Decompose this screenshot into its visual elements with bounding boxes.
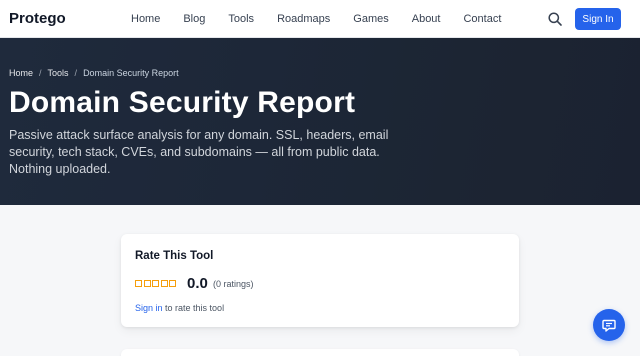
rating-score: 0.0	[187, 275, 208, 292]
brand-logo[interactable]: Protego	[9, 10, 66, 27]
breadcrumb-separator: /	[74, 68, 78, 78]
rating-card-title: Rate This Tool	[135, 250, 214, 262]
star-rating	[135, 280, 178, 287]
sign-in-button[interactable]: Sign In	[575, 8, 621, 30]
nav-link-roadmaps[interactable]: Roadmaps	[277, 13, 330, 25]
next-card	[121, 349, 519, 356]
rate-prompt-text: to rate this tool	[162, 303, 225, 313]
chat-button[interactable]	[593, 309, 625, 341]
star-icon	[135, 280, 142, 287]
page-title: Domain Security Report	[9, 86, 356, 119]
breadcrumb-home[interactable]: Home	[9, 68, 33, 78]
main-nav: Home Blog Tools Roadmaps Games About Con…	[131, 0, 501, 38]
nav-link-contact[interactable]: Contact	[463, 13, 501, 25]
star-icon	[152, 280, 159, 287]
sign-in-link[interactable]: Sign in	[135, 303, 163, 313]
nav-link-games[interactable]: Games	[353, 13, 388, 25]
rating-card: Rate This Tool 0.0 (0 ratings) Sign in t…	[121, 234, 519, 327]
hero-section: Home / Tools / Domain Security Report Do…	[0, 38, 640, 205]
breadcrumb: Home / Tools / Domain Security Report	[9, 68, 179, 78]
nav-link-home[interactable]: Home	[131, 13, 160, 25]
star-icon	[143, 280, 151, 287]
breadcrumb-tools[interactable]: Tools	[48, 68, 69, 78]
nav-link-tools[interactable]: Tools	[228, 13, 254, 25]
search-icon[interactable]	[547, 11, 563, 27]
page-description: Passive attack surface analysis for any …	[9, 128, 389, 176]
nav-link-blog[interactable]: Blog	[183, 13, 205, 25]
star-icon	[160, 280, 168, 287]
nav-link-about[interactable]: About	[412, 13, 441, 25]
star-icon	[169, 280, 176, 287]
rating-count: (0 ratings)	[213, 279, 254, 289]
top-navbar: Protego Home Blog Tools Roadmaps Games A…	[0, 0, 640, 38]
rate-prompt: Sign in to rate this tool	[135, 303, 224, 313]
breadcrumb-current: Domain Security Report	[83, 68, 179, 78]
breadcrumb-separator: /	[39, 68, 42, 78]
chat-icon	[602, 319, 616, 332]
